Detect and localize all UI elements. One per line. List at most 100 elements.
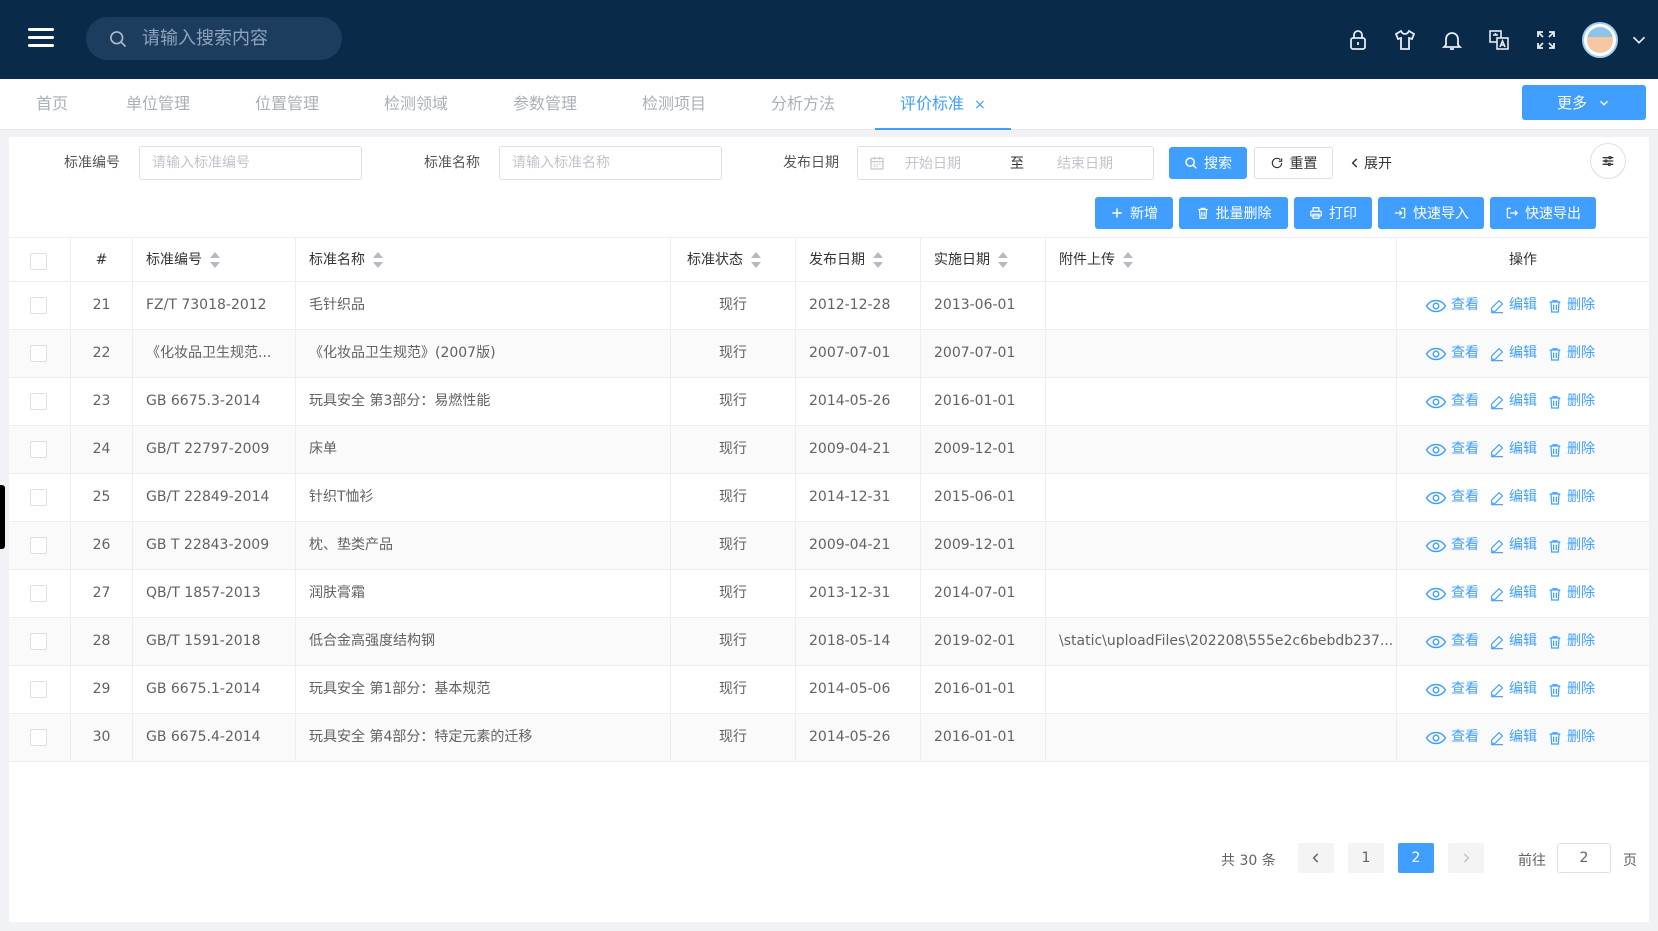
tab-detection-field[interactable]: 检测领域 xyxy=(384,79,448,130)
delete-button[interactable]: 删除 xyxy=(1547,570,1595,617)
row-checkbox[interactable] xyxy=(30,393,47,410)
delete-button[interactable]: 删除 xyxy=(1547,282,1595,329)
view-button[interactable]: 查看 xyxy=(1425,330,1479,377)
row-checkbox[interactable] xyxy=(30,585,47,602)
edit-button[interactable]: 编辑 xyxy=(1489,378,1537,425)
row-checkbox[interactable] xyxy=(30,633,47,650)
next-page-button[interactable] xyxy=(1448,843,1484,873)
date-start-input[interactable]: 开始日期 xyxy=(905,153,995,173)
delete-button[interactable]: 删除 xyxy=(1547,714,1595,761)
sliders-icon xyxy=(1602,156,1614,166)
quick-import-button[interactable]: 快速导入 xyxy=(1378,197,1484,229)
view-button[interactable]: 查看 xyxy=(1425,378,1479,425)
cell-index: 24 xyxy=(71,426,133,474)
goto-page-input[interactable] xyxy=(1557,843,1611,873)
view-button[interactable]: 查看 xyxy=(1425,714,1479,761)
col-status[interactable]: 标准状态 xyxy=(671,238,796,283)
bell-icon[interactable] xyxy=(1437,25,1467,55)
edit-button[interactable]: 编辑 xyxy=(1489,426,1537,473)
prev-page-button[interactable] xyxy=(1298,843,1334,873)
tab-unit-management[interactable]: 单位管理 xyxy=(126,79,190,130)
delete-button[interactable]: 删除 xyxy=(1547,426,1595,473)
menu-toggle-icon[interactable] xyxy=(28,28,54,48)
select-all-checkbox[interactable] xyxy=(30,253,47,270)
view-button[interactable]: 查看 xyxy=(1425,426,1479,473)
view-button[interactable]: 查看 xyxy=(1425,282,1479,329)
translate-icon[interactable] xyxy=(1484,25,1514,55)
cell-code: QB/T 1857-2013 xyxy=(133,570,296,618)
sort-icon[interactable] xyxy=(998,252,1008,268)
date-end-input[interactable]: 结束日期 xyxy=(1057,153,1113,173)
tab-analysis-methods[interactable]: 分析方法 xyxy=(771,79,835,130)
tab-evaluation-standards[interactable]: 评价标准 × xyxy=(875,79,1011,130)
edit-button[interactable]: 编辑 xyxy=(1489,522,1537,569)
page-button-1[interactable]: 1 xyxy=(1348,843,1384,873)
eye-icon xyxy=(1425,539,1447,552)
row-checkbox[interactable] xyxy=(30,345,47,362)
col-attachment[interactable]: 附件上传 xyxy=(1046,238,1397,283)
tab-detection-items[interactable]: 检测项目 xyxy=(642,79,706,130)
row-checkbox[interactable] xyxy=(30,441,47,458)
tab-close-icon[interactable]: × xyxy=(974,97,986,113)
date-range-picker[interactable]: 开始日期 至 结束日期 xyxy=(857,146,1154,180)
row-checkbox[interactable] xyxy=(30,729,47,746)
edit-button[interactable]: 编辑 xyxy=(1489,666,1537,713)
edit-button[interactable]: 编辑 xyxy=(1489,330,1537,377)
delete-button[interactable]: 删除 xyxy=(1547,522,1595,569)
row-checkbox[interactable] xyxy=(30,297,47,314)
sort-icon[interactable] xyxy=(373,252,383,268)
delete-button[interactable]: 删除 xyxy=(1547,618,1595,665)
chevron-down-icon[interactable] xyxy=(1628,29,1650,51)
view-button[interactable]: 查看 xyxy=(1425,570,1479,617)
view-button[interactable]: 查看 xyxy=(1425,522,1479,569)
delete-button[interactable]: 删除 xyxy=(1547,474,1595,521)
sort-icon[interactable] xyxy=(751,252,761,268)
eye-icon xyxy=(1425,731,1447,744)
col-name[interactable]: 标准名称 xyxy=(296,238,671,283)
lock-icon[interactable] xyxy=(1343,25,1373,55)
code-filter-input[interactable] xyxy=(139,146,362,180)
tab-home[interactable]: 首页 xyxy=(36,79,68,130)
edit-button[interactable]: 编辑 xyxy=(1489,618,1537,665)
delete-button[interactable]: 删除 xyxy=(1547,666,1595,713)
edit-button[interactable]: 编辑 xyxy=(1489,474,1537,521)
print-button[interactable]: 打印 xyxy=(1294,197,1372,229)
sort-icon[interactable] xyxy=(210,252,220,268)
reset-button[interactable]: 重置 xyxy=(1254,147,1333,179)
tab-location-management[interactable]: 位置管理 xyxy=(255,79,319,130)
add-button[interactable]: 新增 xyxy=(1095,197,1173,229)
batch-delete-button[interactable]: 批量删除 xyxy=(1179,197,1288,229)
shirt-icon[interactable] xyxy=(1390,25,1420,55)
edit-button[interactable]: 编辑 xyxy=(1489,570,1537,617)
page-button-2[interactable]: 2 xyxy=(1398,843,1434,873)
col-code[interactable]: 标准编号 xyxy=(133,238,296,283)
edit-button[interactable]: 编辑 xyxy=(1489,282,1537,329)
row-checkbox[interactable] xyxy=(30,489,47,506)
cell-publish-date: 2009-04-21 xyxy=(796,426,921,474)
expand-button[interactable]: 展开 xyxy=(1345,147,1395,179)
view-button[interactable]: 查看 xyxy=(1425,474,1479,521)
view-button[interactable]: 查看 xyxy=(1425,618,1479,665)
sort-icon[interactable] xyxy=(873,252,883,268)
row-checkbox[interactable] xyxy=(30,537,47,554)
global-search-input[interactable] xyxy=(142,28,322,49)
row-checkbox[interactable] xyxy=(30,681,47,698)
search-button[interactable]: 搜索 xyxy=(1169,147,1247,179)
global-search[interactable] xyxy=(86,17,342,60)
edit-button[interactable]: 编辑 xyxy=(1489,714,1537,761)
tab-parameter-management[interactable]: 参数管理 xyxy=(513,79,577,130)
view-button[interactable]: 查看 xyxy=(1425,666,1479,713)
fullscreen-icon[interactable] xyxy=(1531,25,1561,55)
delete-button[interactable]: 删除 xyxy=(1547,330,1595,377)
quick-export-button[interactable]: 快速导出 xyxy=(1490,197,1596,229)
more-button[interactable]: 更多 xyxy=(1522,85,1646,120)
avatar[interactable] xyxy=(1582,22,1618,58)
col-publish-date[interactable]: 发布日期 xyxy=(796,238,921,283)
name-filter-input[interactable] xyxy=(499,146,722,180)
delete-button[interactable]: 删除 xyxy=(1547,378,1595,425)
col-effective-date[interactable]: 实施日期 xyxy=(921,238,1046,283)
trash-icon xyxy=(1549,347,1561,361)
sort-icon[interactable] xyxy=(1123,252,1133,268)
sidebar-drag-handle[interactable] xyxy=(0,485,5,549)
column-settings-button[interactable] xyxy=(1590,143,1626,179)
